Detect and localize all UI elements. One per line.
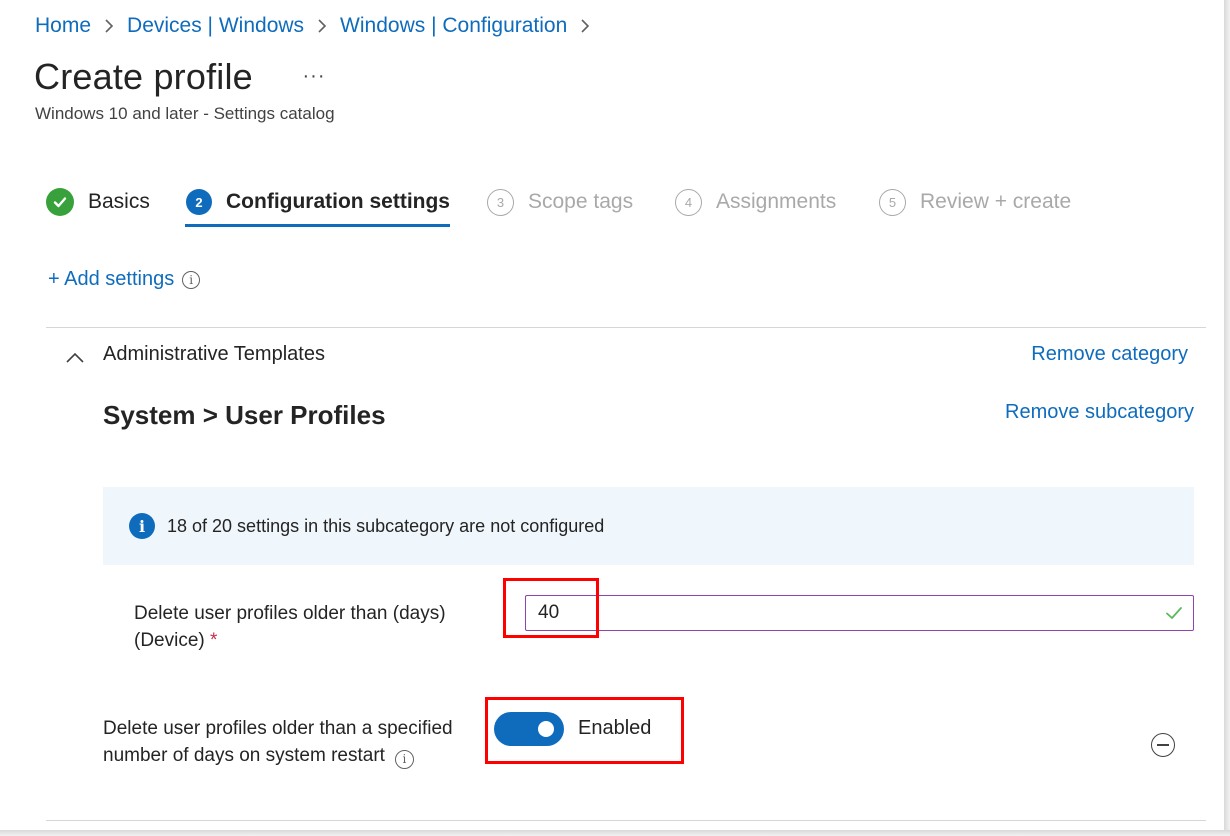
breadcrumb-home[interactable]: Home [35,14,91,38]
step-label: Review + create [920,190,1072,213]
chevron-right-icon [104,19,114,33]
more-options-button[interactable]: ··· [298,62,330,90]
days-input[interactable] [525,595,1194,631]
step-assignments[interactable]: 4 Assignments [675,184,836,220]
toggle-knob [538,721,554,737]
section-divider [46,327,1206,328]
chevron-up-icon[interactable] [62,344,88,370]
step-basics[interactable]: Basics [46,184,150,220]
category-title: Administrative Templates [103,343,325,365]
step-label: Assignments [716,190,837,213]
page-title: Create profile [34,56,253,97]
days-setting-label-text: Delete user profiles older than (days) (… [134,603,446,651]
minus-glyph [1157,744,1169,746]
remove-category-link[interactable]: Remove category [1031,343,1188,366]
info-icon[interactable]: i [182,270,201,289]
step-label: Basics [88,190,150,213]
step-review-create[interactable]: 5 Review + create [879,184,1071,220]
validation-check-icon [1166,607,1182,619]
page-subtitle: Windows 10 and later - Settings catalog [35,104,335,123]
step-number-icon: 3 [487,188,514,216]
restart-setting-label: Delete user profiles older than a specif… [103,715,483,769]
step-number-icon: 5 [879,188,906,216]
days-setting-label: Delete user profiles older than (days) (… [134,600,484,654]
chevron-right-icon [317,19,327,33]
toggle-state-label: Enabled [578,717,652,739]
remove-subcategory-link[interactable]: Remove subcategory [1005,401,1194,424]
breadcrumb: Home Devices | Windows Windows | Configu… [35,12,603,40]
info-banner-text: 18 of 20 settings in this subcategory ar… [167,515,605,536]
step-label: Configuration settings [226,190,450,213]
chevron-right-icon [580,19,590,33]
active-step-indicator [185,224,450,227]
breadcrumb-devices-windows[interactable]: Devices | Windows [127,14,304,38]
step-configuration-settings[interactable]: 2 Configuration settings [186,184,450,220]
step-number-icon: 2 [186,189,212,215]
step-scope-tags[interactable]: 3 Scope tags [487,184,633,220]
step-label: Scope tags [528,190,634,213]
subcategory-title: System > User Profiles [103,400,386,430]
window-edge-bottom [0,830,1230,836]
info-icon[interactable]: i [394,750,414,769]
info-banner: i 18 of 20 settings in this subcategory … [103,487,1194,565]
section-divider [46,820,1206,821]
window-edge-right [1224,0,1230,836]
remove-setting-minus-icon[interactable] [1151,733,1175,757]
step-number-icon: 4 [675,188,702,216]
add-settings-link[interactable]: + Add settings i [48,268,201,291]
info-filled-icon: i [129,513,155,539]
add-settings-label: + Add settings [48,268,175,290]
breadcrumb-windows-configuration[interactable]: Windows | Configuration [340,14,567,38]
required-marker: * [210,630,218,651]
restart-toggle-switch[interactable] [494,712,564,746]
checkmark-circle-icon [46,188,74,216]
